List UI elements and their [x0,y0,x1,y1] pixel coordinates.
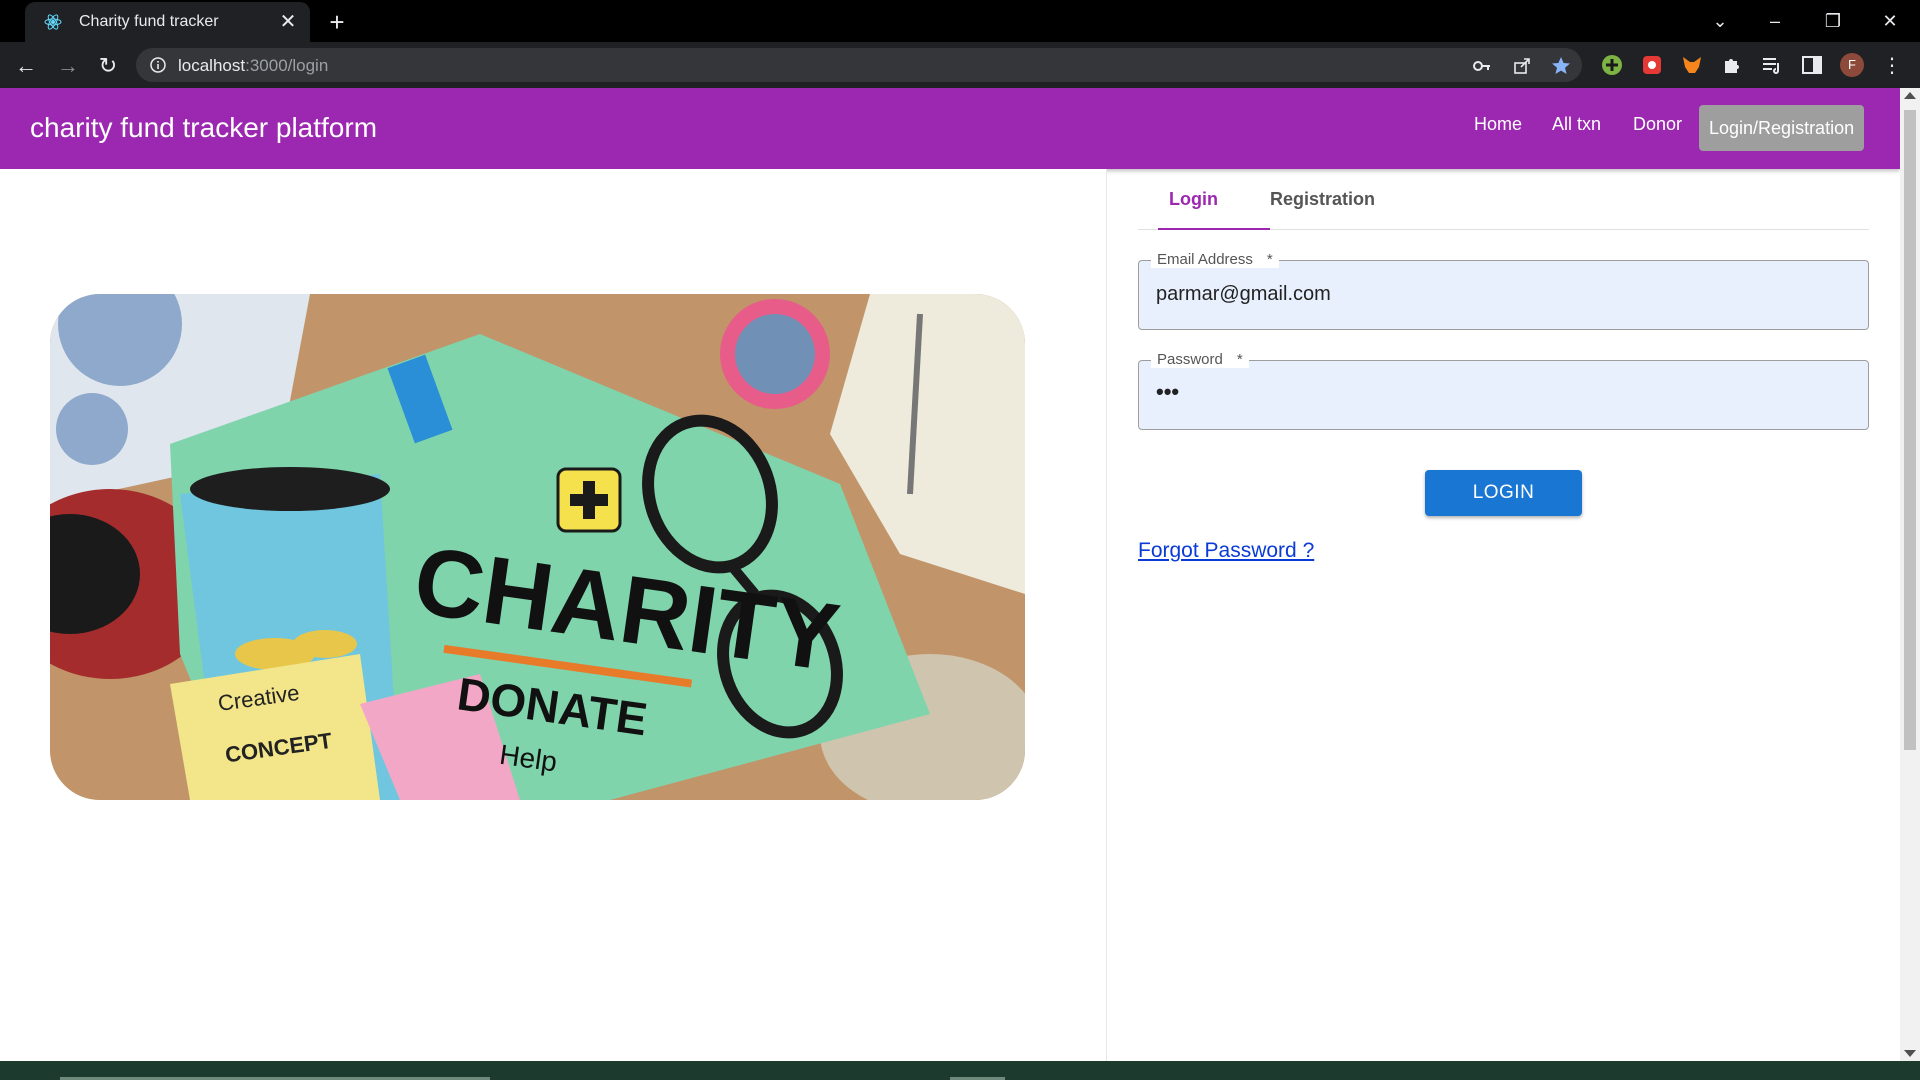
close-window-icon[interactable]: ✕ [1870,4,1910,38]
nav-home[interactable]: Home [1474,114,1522,135]
nav-all-txn[interactable]: All txn [1552,114,1601,135]
minimize-icon[interactable]: – [1755,4,1795,38]
browser-tab[interactable]: Charity fund tracker ✕ [25,2,310,42]
share-icon[interactable] [1512,56,1532,76]
browser-toolbar: ← → ↻ localhost:3000/login F ⋮ [0,42,1920,88]
email-field[interactable]: Email Address * parmar@gmail.com [1138,251,1869,330]
app-bar: charity fund tracker platform Home All t… [0,88,1900,169]
scroll-down-icon[interactable] [1904,1050,1916,1057]
url-text: localhost:3000/login [178,56,329,75]
new-tab-icon[interactable]: + [322,7,352,37]
restore-icon[interactable]: ❐ [1813,4,1853,38]
forgot-password-link[interactable]: Forgot Password ? [1138,539,1314,563]
reading-list-icon[interactable] [1760,53,1784,77]
scroll-thumb[interactable] [1904,110,1916,750]
scroll-up-icon[interactable] [1904,92,1916,99]
tab-search-icon[interactable]: ⌄ [1700,4,1740,38]
tab-title: Charity fund tracker [79,13,219,30]
close-tab-icon[interactable]: ✕ [276,10,300,34]
back-icon[interactable]: ← [10,50,42,82]
login-button[interactable]: LOGIN [1425,470,1582,516]
reload-icon[interactable]: ↻ [92,50,124,82]
address-bar[interactable]: localhost:3000/login [136,48,1582,82]
password-field[interactable]: Password * ••• [1138,351,1869,430]
extension-green-icon[interactable] [1600,53,1624,77]
auth-tabs: Login Registration [1138,169,1869,230]
taskbar-strip [0,1061,1920,1080]
bookmark-star-icon[interactable] [1551,56,1571,76]
side-panel-icon[interactable] [1800,53,1824,77]
charity-hero-image: CHARITY DONATE Help Creative CONCEPT [50,294,1025,800]
key-icon[interactable] [1472,56,1492,76]
react-icon [44,14,62,30]
extension-red-icon[interactable] [1640,53,1664,77]
browser-tabstrip: Charity fund tracker ✕ + ⌄ – ❐ ✕ [0,0,1920,42]
nav-donor[interactable]: Donor [1633,114,1682,135]
forward-icon[interactable]: → [52,50,84,82]
email-value: parmar@gmail.com [1156,283,1331,305]
metamask-fox-icon[interactable] [1680,53,1704,77]
page-scrollbar[interactable] [1900,88,1920,1061]
email-label: Email Address * [1151,251,1279,268]
password-label: Password * [1151,351,1249,368]
menu-kebab-icon[interactable]: ⋮ [1876,50,1908,82]
brand-title: charity fund tracker platform [30,112,378,143]
tab-login[interactable]: Login [1169,189,1218,210]
nav-login-registration[interactable]: Login/Registration [1699,105,1865,151]
tab-registration[interactable]: Registration [1270,189,1375,210]
password-value: ••• [1156,379,1180,404]
tab-indicator [1158,228,1270,230]
profile-avatar[interactable]: F [1840,53,1864,77]
info-icon[interactable] [150,57,166,73]
extensions-puzzle-icon[interactable] [1720,53,1744,77]
